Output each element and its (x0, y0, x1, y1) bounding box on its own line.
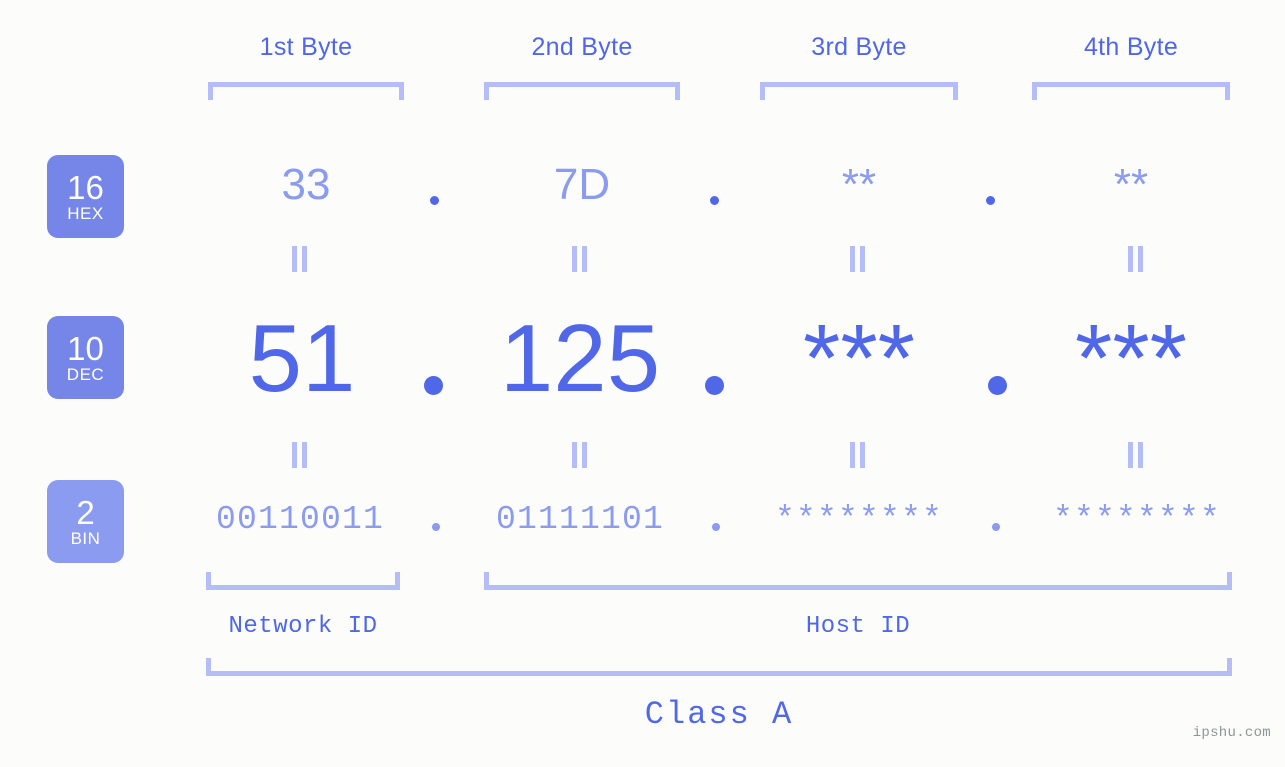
bin-separator-dot-1 (432, 523, 440, 531)
byte-header-2: 2nd Byte (531, 33, 633, 61)
radix-badge-dec-name: DEC (66, 365, 105, 384)
equality-marker-dec-bin-4 (1128, 442, 1143, 468)
bin-byte-1: 00110011 (215, 501, 385, 538)
byte-header-4: 4th Byte (1083, 33, 1179, 61)
hex-byte-2: 7D (553, 160, 611, 209)
equality-marker-dec-bin-2 (572, 442, 587, 468)
dec-separator-dot-3 (988, 376, 1007, 395)
bin-separator-dot-2 (712, 523, 720, 531)
hex-byte-1: 33 (281, 160, 331, 209)
radix-badge-hex-name: HEX (67, 204, 104, 223)
byte-bracket-2 (484, 82, 680, 100)
hex-separator-dot-3 (986, 196, 995, 205)
equality-marker-hex-dec-1 (292, 246, 307, 272)
equality-marker-dec-bin-1 (292, 442, 307, 468)
dec-byte-4: *** (1074, 305, 1188, 412)
dec-separator-dot-2 (705, 376, 724, 395)
byte-bracket-1 (208, 82, 404, 100)
radix-badge-dec-number: 10 (67, 330, 104, 367)
radix-badge-bin: 2 BIN (47, 480, 124, 563)
radix-badge-hex: 16 HEX (47, 155, 124, 238)
byte-header-3: 3rd Byte (811, 33, 907, 61)
hex-byte-4: ** (1113, 160, 1149, 209)
byte-header-1: 1st Byte (259, 33, 353, 61)
dec-byte-2: 125 (499, 305, 661, 412)
radix-badge-hex-number: 16 (67, 169, 104, 206)
equality-marker-dec-bin-3 (850, 442, 865, 468)
hex-separator-dot-1 (430, 196, 439, 205)
site-watermark: ipshu.com (1192, 725, 1271, 741)
hex-separator-dot-2 (710, 196, 719, 205)
hex-byte-3: ** (841, 160, 877, 209)
bin-byte-4: ******** (1052, 501, 1222, 538)
radix-badge-dec: 10 DEC (47, 316, 124, 399)
dec-separator-dot-1 (424, 376, 443, 395)
byte-bracket-3 (760, 82, 958, 100)
dec-byte-1: 51 (248, 305, 356, 412)
bin-separator-dot-3 (992, 523, 1000, 531)
class-bracket (206, 658, 1232, 676)
bin-byte-2: 01111101 (495, 501, 665, 538)
bin-byte-3: ******** (774, 501, 944, 538)
class-label: Class A (644, 696, 794, 733)
radix-badge-bin-number: 2 (76, 494, 95, 531)
host-id-label: Host ID (805, 613, 911, 640)
network-id-bracket (206, 572, 400, 590)
host-id-bracket (484, 572, 1232, 590)
dec-byte-3: *** (802, 305, 916, 412)
equality-marker-hex-dec-3 (850, 246, 865, 272)
radix-badge-bin-name: BIN (70, 529, 101, 548)
equality-marker-hex-dec-4 (1128, 246, 1143, 272)
equality-marker-hex-dec-2 (572, 246, 587, 272)
byte-bracket-4 (1032, 82, 1230, 100)
ip-byte-diagram: 1st Byte 2nd Byte 3rd Byte 4th Byte 16 H… (0, 0, 1285, 767)
network-id-label: Network ID (228, 613, 378, 640)
